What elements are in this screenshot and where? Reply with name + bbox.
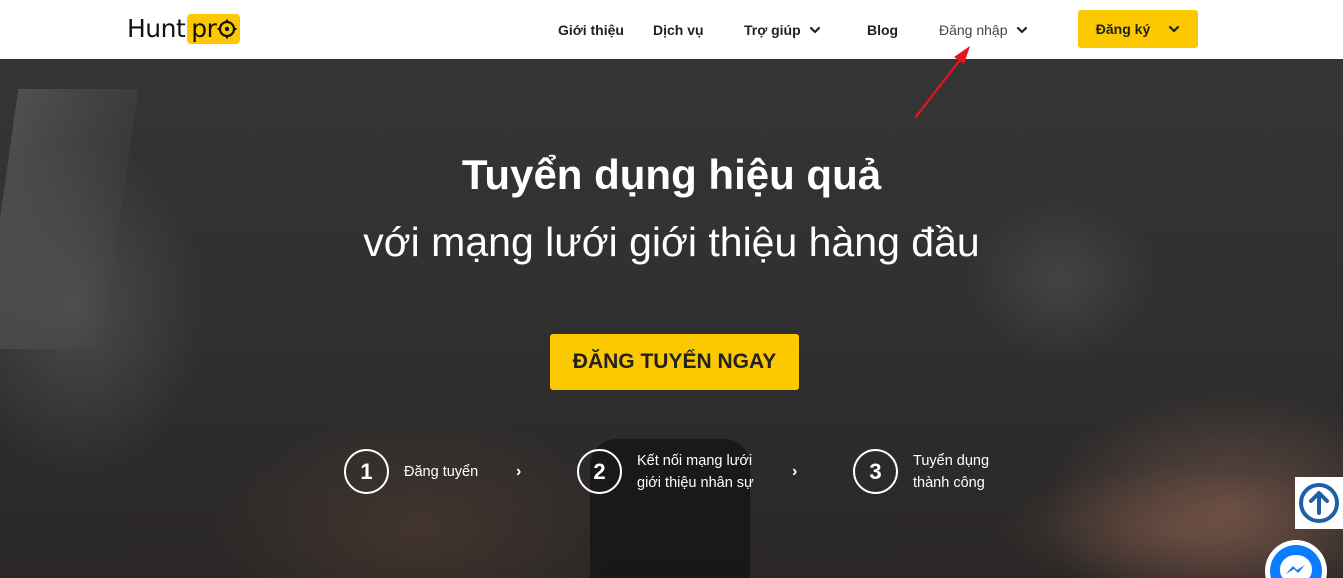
step-3: 3 Tuyển dụng thành công <box>853 449 989 494</box>
nav-gioi-thieu-label: Giới thiệu <box>558 21 624 38</box>
logo-pro-badge: pr <box>187 14 241 44</box>
nav-gioi-thieu[interactable]: Giới thiệu <box>558 0 624 59</box>
step-1: 1 Đăng tuyển <box>344 449 478 494</box>
chevron-down-icon <box>1169 25 1180 33</box>
step-3-line1: Tuyển dụng <box>913 452 990 469</box>
hero-subtitle: với mạng lưới giới thiệu hàng đầu <box>363 219 980 265</box>
step-3-text: Tuyển dụng thành công <box>913 450 989 494</box>
step-1-line1: Đăng tuyển <box>404 463 479 480</box>
step-2: 2 Kết nối mạng lưới giới thiệu nhân sự <box>577 449 754 494</box>
arrow-up-circle-icon <box>1299 483 1339 523</box>
logo-pro-text: pr <box>191 14 217 43</box>
nav-dich-vu-label: Dịch vụ <box>653 21 704 38</box>
step-1-text: Đăng tuyển <box>404 461 478 483</box>
hero-section: Tuyển dụng hiệu quả với mạng lưới giới t… <box>0 59 1343 578</box>
step-2-text: Kết nối mạng lưới giới thiệu nhân sự <box>637 450 754 494</box>
top-navbar: Hunt pr Giới thiệu Dịch vụ Trợ giúp Blog… <box>0 0 1343 59</box>
step-separator-2: › <box>792 463 798 480</box>
hero-title: Tuyển dụng hiệu quả <box>461 151 882 198</box>
step-3-number: 3 <box>853 449 898 494</box>
step-2-line1: Kết nối mạng lưới <box>637 452 753 469</box>
post-job-cta-button[interactable]: ĐĂNG TUYỂN NGAY <box>550 334 799 390</box>
step-2-line2: giới thiệu nhân sự <box>637 474 754 491</box>
step-3-line2: thành công <box>913 474 985 491</box>
messenger-chat-button[interactable] <box>1265 540 1327 578</box>
logo-hunt-text: Hunt <box>127 14 186 43</box>
huntpro-logo[interactable]: Hunt pr <box>127 13 241 45</box>
chevron-down-icon <box>809 26 820 33</box>
step-1-number: 1 <box>344 449 389 494</box>
nav-tro-giup-label: Trợ giúp <box>744 21 801 38</box>
nav-blog-label: Blog <box>867 21 899 38</box>
target-icon <box>217 19 237 39</box>
step-separator-1: › <box>516 463 522 480</box>
chevron-down-icon <box>1016 26 1027 33</box>
nav-dang-nhap-label: Đăng nhập <box>939 21 1008 38</box>
register-button-label: Đăng ký <box>1095 21 1151 37</box>
messenger-icon <box>1270 545 1322 578</box>
step-2-number: 2 <box>577 449 622 494</box>
nav-tro-giup[interactable]: Trợ giúp <box>744 0 821 59</box>
register-button[interactable]: Đăng ký <box>1078 10 1198 48</box>
scroll-to-top-button[interactable] <box>1295 477 1343 529</box>
nav-dich-vu[interactable]: Dịch vụ <box>653 0 704 59</box>
nav-blog[interactable]: Blog <box>867 0 898 59</box>
nav-dang-nhap[interactable]: Đăng nhập <box>939 0 1028 59</box>
